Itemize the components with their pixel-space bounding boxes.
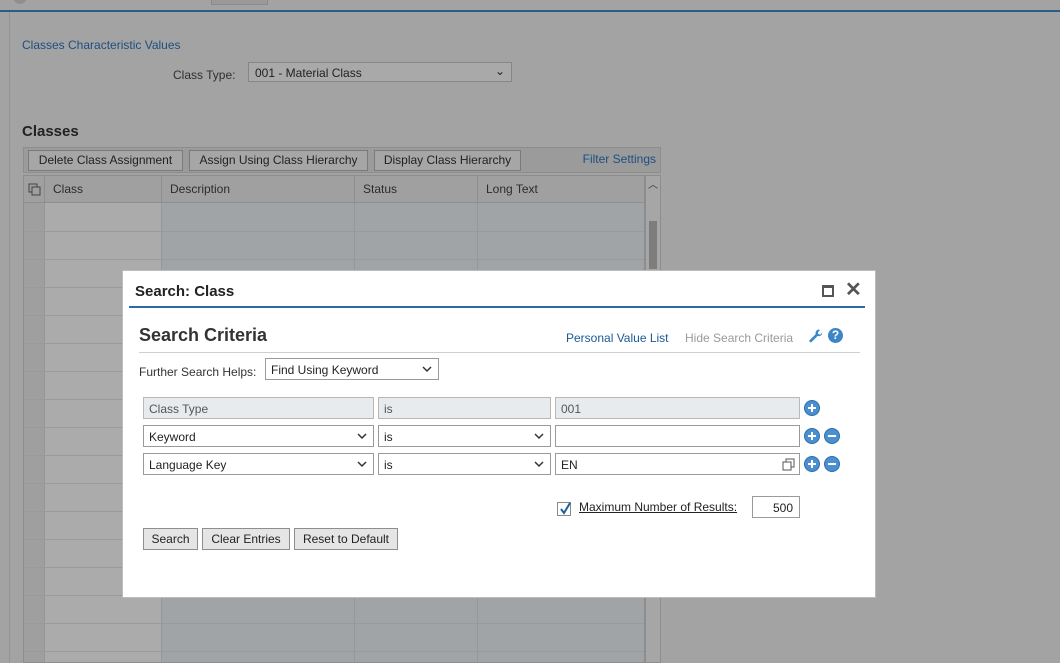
chevron-down-icon: ⌄: [494, 64, 505, 78]
classes-toolbar: Delete Class Assignment Assign Using Cla…: [23, 147, 661, 173]
search-criteria-heading: Search Criteria: [139, 325, 268, 345]
further-search-helps-value: Find Using Keyword: [271, 363, 379, 377]
help-icon[interactable]: ?: [828, 328, 843, 343]
class-type-value: 001 - Material Class: [255, 66, 362, 80]
reset-to-default-button[interactable]: Reset to Default: [294, 528, 398, 550]
chevron-down-icon: [534, 461, 544, 468]
max-results-input[interactable]: 500: [752, 496, 800, 518]
scroll-thumb[interactable]: [649, 221, 657, 269]
col-header-status[interactable]: Status: [355, 176, 478, 203]
criteria-op-label: is: [384, 402, 393, 416]
class-type-label: Class Type:: [173, 68, 236, 82]
col-header-description[interactable]: Description: [162, 176, 355, 203]
criteria-op-label: is: [384, 430, 393, 444]
personal-value-list-link[interactable]: Personal Value List: [566, 331, 669, 345]
wrench-icon[interactable]: [808, 328, 824, 344]
criteria-divider: [139, 352, 860, 353]
checkmark-icon: [560, 502, 571, 515]
criteria-op-label: is: [384, 458, 393, 472]
remove-row-icon[interactable]: [824, 428, 840, 444]
search-button[interactable]: Search: [143, 528, 198, 550]
add-row-icon[interactable]: [804, 400, 820, 416]
select-all-header[interactable]: [24, 176, 45, 203]
hide-search-criteria-link[interactable]: Hide Search Criteria: [685, 331, 793, 345]
add-row-icon[interactable]: [804, 456, 820, 472]
classes-values-link[interactable]: Classes Characteristic Values: [22, 38, 181, 52]
delete-class-assignment-button[interactable]: Delete Class Assignment: [28, 150, 183, 171]
criteria-op-keyword[interactable]: is: [378, 425, 551, 447]
row-divider: [24, 231, 644, 232]
row-divider: [24, 623, 644, 624]
criteria-field-language-key[interactable]: Language Key: [143, 453, 374, 475]
criteria-field-class-type: Class Type: [143, 397, 374, 419]
maximize-icon[interactable]: [822, 285, 834, 297]
criteria-field-label: Keyword: [149, 430, 196, 444]
criteria-field-keyword[interactable]: Keyword: [143, 425, 374, 447]
value-help-icon[interactable]: [782, 458, 795, 471]
tab-stub: [211, 0, 268, 5]
row-divider: [24, 259, 644, 260]
max-results-label: Maximum Number of Results:: [579, 500, 738, 514]
criteria-op-language-key[interactable]: is: [378, 453, 551, 475]
search-class-dialog: Search: Class ✕ Search Criteria Personal…: [122, 270, 876, 598]
display-class-hierarchy-button[interactable]: Display Class Hierarchy: [374, 150, 521, 171]
assign-using-class-hierarchy-button[interactable]: Assign Using Class Hierarchy: [189, 150, 368, 171]
criteria-field-label: Class Type: [149, 402, 209, 416]
criteria-op-class-type: is: [378, 397, 551, 419]
scroll-up-icon[interactable]: ︿: [648, 176, 658, 191]
col-header-class[interactable]: Class: [45, 176, 162, 203]
add-row-icon[interactable]: [804, 428, 820, 444]
top-bar: [0, 0, 1060, 12]
further-search-helps-label: Further Search Helps:: [139, 365, 257, 379]
nav-icon: [14, 0, 26, 4]
chevron-down-icon: [357, 461, 367, 468]
col-header-long-text[interactable]: Long Text: [478, 176, 644, 203]
dialog-title: Search: Class: [135, 283, 235, 300]
language-key-value-input[interactable]: EN: [555, 453, 800, 475]
chevron-down-icon: [422, 366, 432, 373]
row-divider: [24, 651, 644, 652]
max-results-checkbox[interactable]: [557, 502, 571, 516]
page-border: [9, 12, 10, 663]
select-all-icon: [28, 183, 41, 196]
remove-row-icon[interactable]: [824, 456, 840, 472]
filter-settings-link[interactable]: Filter Settings: [583, 152, 656, 166]
criteria-field-label: Language Key: [149, 458, 227, 472]
criteria-value-text: EN: [561, 458, 578, 472]
class-type-select[interactable]: 001 - Material Class ⌄: [248, 62, 512, 82]
criteria-value-text: 001: [561, 402, 582, 416]
further-search-helps-select[interactable]: Find Using Keyword: [265, 358, 439, 380]
criteria-value-class-type: 001: [555, 397, 800, 419]
max-results-value: 500: [772, 501, 793, 515]
row-selector-col: [24, 203, 45, 662]
chevron-down-icon: [534, 433, 544, 440]
chevron-down-icon: [357, 433, 367, 440]
title-divider: [129, 306, 865, 308]
keyword-value-input[interactable]: [555, 425, 800, 447]
classes-heading: Classes: [22, 123, 79, 140]
close-icon[interactable]: ✕: [845, 280, 862, 300]
clear-entries-button[interactable]: Clear Entries: [202, 528, 290, 550]
